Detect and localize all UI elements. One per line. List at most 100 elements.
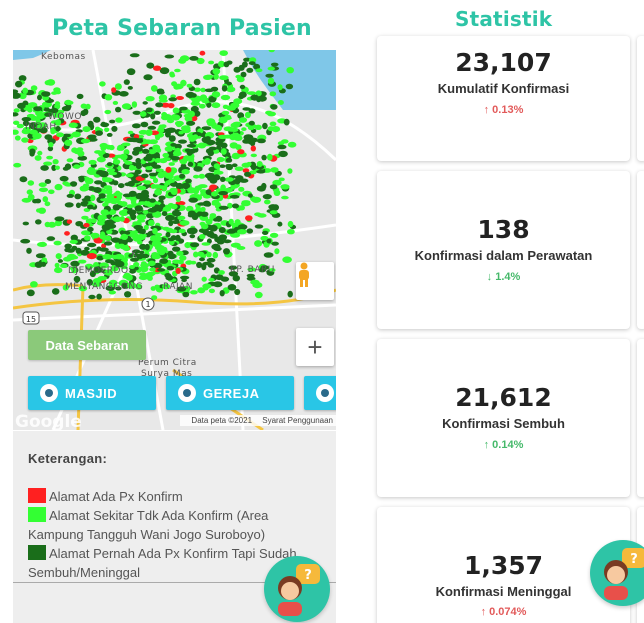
patient-marker bbox=[86, 253, 97, 260]
patient-marker bbox=[115, 117, 123, 123]
patient-marker bbox=[64, 202, 74, 208]
patient-marker bbox=[148, 172, 158, 177]
patient-marker bbox=[129, 269, 136, 274]
road-shield-15: 15 bbox=[26, 315, 36, 324]
patient-marker bbox=[146, 62, 155, 69]
patient-marker bbox=[239, 91, 247, 98]
patient-marker bbox=[64, 139, 73, 146]
road-shield-1: 1 bbox=[145, 300, 150, 309]
patient-marker bbox=[265, 110, 273, 115]
patient-marker bbox=[106, 132, 113, 137]
patient-marker bbox=[245, 215, 253, 222]
patient-marker bbox=[111, 87, 117, 93]
patient-marker bbox=[46, 155, 53, 160]
stat-delta: ↑ 0.13% bbox=[483, 104, 524, 116]
patient-marker bbox=[201, 126, 212, 131]
patient-marker bbox=[21, 197, 32, 203]
patient-marker bbox=[256, 138, 266, 144]
patient-marker bbox=[148, 139, 156, 144]
patient-marker bbox=[182, 291, 190, 298]
patient-marker bbox=[40, 165, 49, 171]
zoom-in-button[interactable]: + bbox=[296, 328, 334, 366]
patient-marker bbox=[82, 126, 91, 133]
patient-marker bbox=[175, 147, 181, 152]
patient-marker bbox=[137, 235, 146, 241]
patient-marker bbox=[57, 259, 64, 263]
patient-marker bbox=[250, 153, 257, 158]
patient-marker bbox=[135, 192, 145, 198]
patient-marker bbox=[244, 171, 252, 177]
patient-marker bbox=[87, 242, 97, 248]
patient-marker bbox=[172, 246, 181, 252]
stat-delta: ↓ 1.4% bbox=[486, 271, 521, 283]
patient-marker bbox=[127, 130, 134, 135]
patient-marker bbox=[41, 91, 51, 97]
patient-marker bbox=[178, 139, 187, 144]
patient-marker bbox=[187, 210, 196, 217]
patient-marker bbox=[99, 81, 106, 87]
patient-marker bbox=[117, 200, 123, 206]
map-label-k: K bbox=[131, 250, 138, 260]
more-poi-button[interactable] bbox=[304, 376, 336, 410]
gereja-filter-button[interactable]: GEREJA bbox=[166, 376, 294, 410]
patient-marker bbox=[38, 187, 49, 193]
patient-marker bbox=[115, 106, 122, 113]
patient-marker bbox=[232, 132, 240, 138]
patient-marker bbox=[108, 171, 118, 176]
patient-marker bbox=[104, 94, 113, 101]
patient-marker bbox=[232, 203, 239, 209]
map-attribution: Data peta ©2021 Syarat Penggunaan bbox=[180, 415, 336, 426]
masjid-filter-button[interactable]: MASJID bbox=[28, 376, 156, 410]
patient-marker bbox=[133, 262, 140, 267]
patient-marker bbox=[185, 178, 192, 184]
patient-marker bbox=[202, 200, 211, 207]
patient-marker bbox=[17, 102, 26, 109]
chat-support-button[interactable]: ? bbox=[264, 556, 330, 622]
patient-marker bbox=[287, 229, 295, 235]
patient-marker bbox=[134, 169, 142, 175]
patient-marker bbox=[210, 86, 219, 92]
patient-marker bbox=[269, 210, 278, 215]
patient-marker bbox=[153, 65, 162, 71]
map-label-kebomas: Kebomas bbox=[41, 52, 86, 62]
patient-marker bbox=[199, 234, 206, 240]
patient-distribution-map[interactable]: 15 1 Kebomas WOWO INDAH K DJEMOERDO KP. … bbox=[13, 50, 336, 430]
patient-marker bbox=[126, 68, 136, 76]
patient-marker bbox=[38, 182, 47, 187]
patient-marker bbox=[269, 121, 277, 127]
patient-marker bbox=[272, 204, 280, 211]
patient-marker bbox=[188, 227, 198, 235]
patient-marker bbox=[143, 180, 152, 185]
patient-marker bbox=[82, 108, 89, 115]
patient-marker bbox=[250, 94, 259, 101]
patient-marker bbox=[221, 85, 228, 92]
patient-marker bbox=[248, 61, 256, 66]
patient-marker bbox=[154, 158, 162, 163]
patient-marker bbox=[262, 194, 272, 200]
patient-marker bbox=[165, 214, 175, 222]
patient-marker bbox=[212, 68, 221, 75]
chat-support-button-right[interactable]: ? bbox=[590, 540, 644, 606]
patient-marker bbox=[256, 169, 266, 174]
patient-marker bbox=[185, 91, 196, 98]
svg-text:?: ? bbox=[304, 568, 312, 583]
patient-marker bbox=[126, 204, 134, 209]
patient-marker bbox=[20, 238, 31, 244]
data-sebaran-button[interactable]: Data Sebaran bbox=[28, 330, 146, 360]
stat-value: 138 bbox=[477, 215, 530, 244]
patient-marker bbox=[22, 221, 29, 226]
patient-marker bbox=[278, 150, 288, 158]
patient-marker bbox=[127, 86, 133, 90]
patient-marker bbox=[145, 166, 154, 171]
street-view-button[interactable] bbox=[296, 262, 334, 300]
patient-marker bbox=[211, 102, 221, 109]
patient-marker bbox=[131, 101, 138, 108]
patient-marker bbox=[115, 190, 121, 196]
patient-marker bbox=[27, 180, 35, 186]
patient-marker bbox=[139, 243, 147, 250]
patient-marker bbox=[286, 67, 295, 74]
patient-marker bbox=[220, 142, 228, 149]
terms-link[interactable]: Syarat Penggunaan bbox=[262, 416, 333, 425]
patient-marker bbox=[106, 162, 113, 167]
patient-marker bbox=[265, 73, 274, 78]
